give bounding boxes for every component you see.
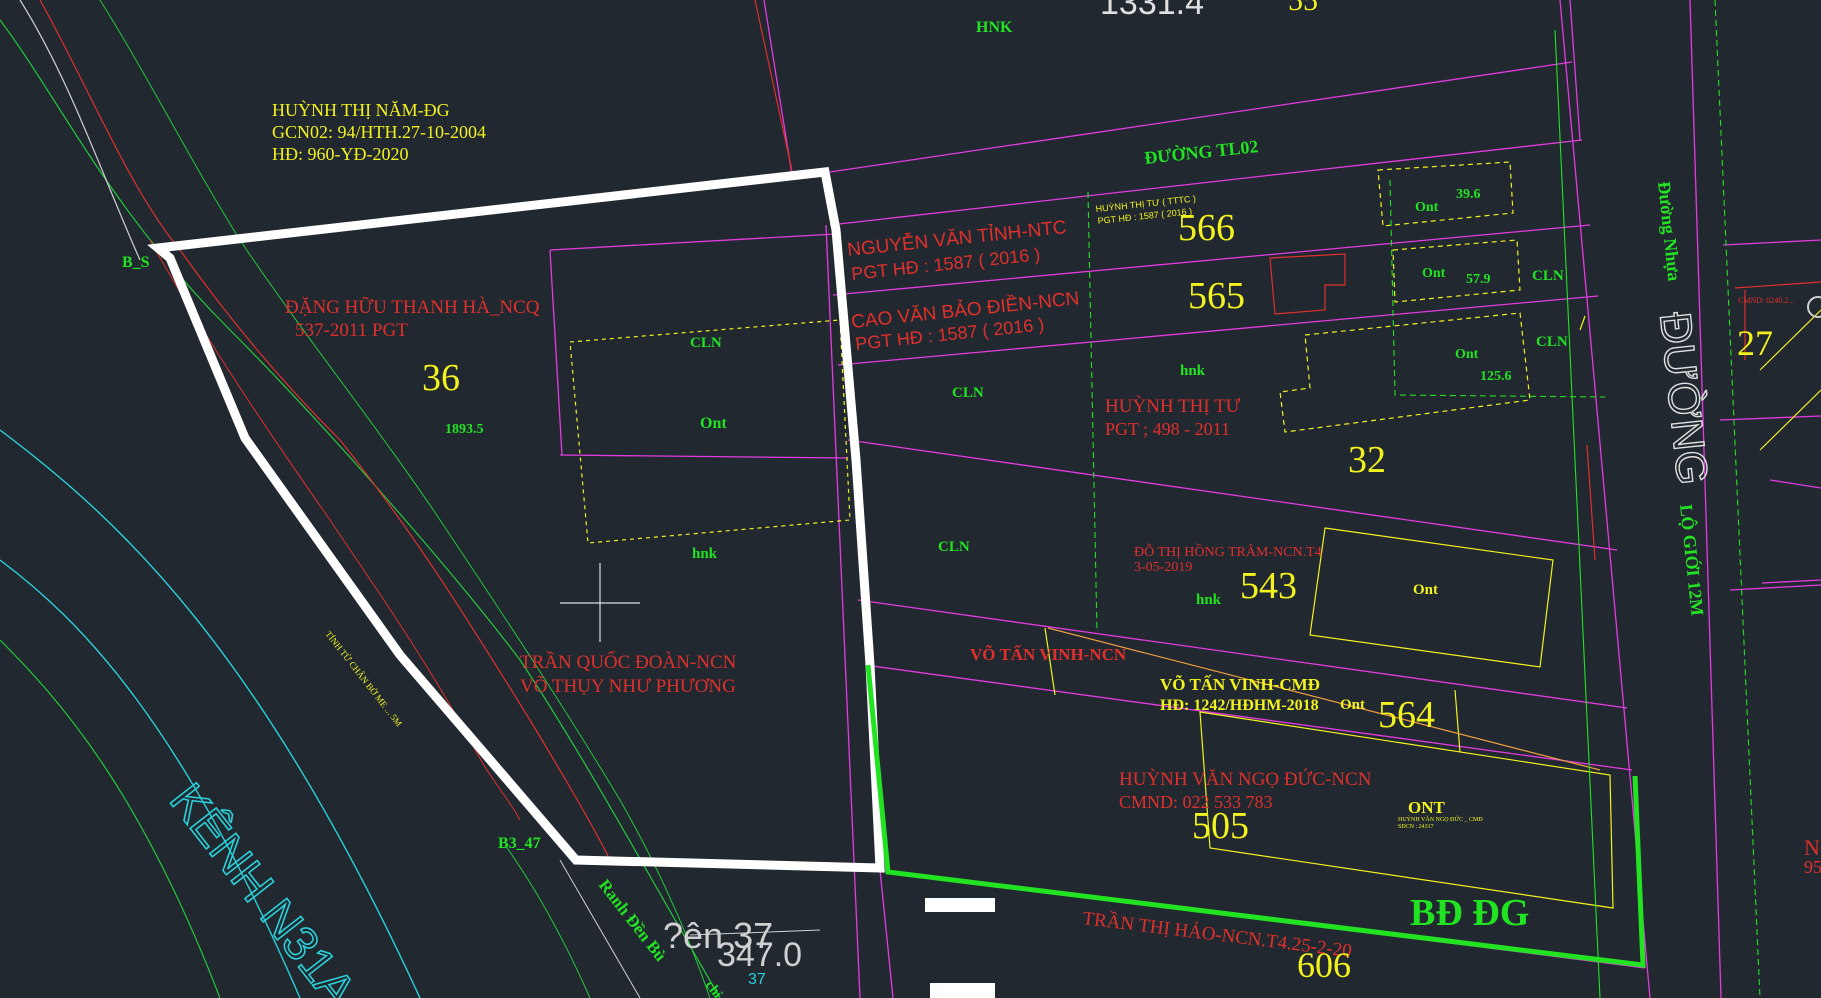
label-hd-vo-vinh: HĐ: 1242/HĐHM-2018 bbox=[1160, 697, 1319, 714]
label-ont-543: Ont bbox=[1413, 582, 1438, 598]
label-cln-right-2: CLN bbox=[1536, 334, 1568, 350]
label-ont-396: Ont bbox=[1415, 200, 1439, 215]
label-parcel-566: 566 bbox=[1178, 207, 1235, 249]
label-cln-right-1: CLN bbox=[1532, 268, 1564, 284]
label-gcn-huynh-nam: GCN02: 94/HTH.27-10-2004 bbox=[272, 122, 486, 142]
label-pgt-dang: 537-2011 PGT bbox=[295, 320, 408, 341]
label-pgt-huynh-tu: PGT ; 498 - 2011 bbox=[1105, 419, 1230, 439]
label-parcel-606: 606 bbox=[1297, 945, 1351, 985]
label-owner-huynh-ngo: HUỲNH VĂN NGỌ ĐỨC-NCN bbox=[1119, 768, 1372, 790]
label-b3-47: B3_47 bbox=[498, 835, 541, 852]
label-num-37-small: 37 bbox=[748, 971, 766, 988]
label-num-top: 55 bbox=[1288, 0, 1318, 17]
label-area-396: 39.6 bbox=[1456, 187, 1481, 202]
label-parcel-543: 543 bbox=[1240, 565, 1297, 607]
label-ont-1: Ont bbox=[700, 415, 727, 432]
label-owner-huynh-nam: HUỲNH THỊ NĂM-ĐG bbox=[272, 99, 450, 120]
label-owner-dang: ĐẶNG HỮU THANH HÀ_NCQ bbox=[285, 296, 540, 318]
label-owner-huynh-tu: HUỲNH THỊ TƯ bbox=[1105, 395, 1241, 417]
label-area-top: 1331.4 bbox=[1100, 0, 1204, 22]
label-owner-tran-doan: TRẦN QUỐC ĐOÀN-NCN bbox=[520, 651, 737, 673]
label-right-95: 95 bbox=[1804, 857, 1821, 877]
label-owner-vo-vinh-ncn: VÕ TẤN VINH-NCN bbox=[970, 644, 1127, 664]
label-ont-579: Ont bbox=[1422, 266, 1446, 281]
label-cln-3: CLN bbox=[938, 539, 970, 555]
label-tiny-505b: SĐCN : 24317 bbox=[1398, 824, 1434, 830]
label-area-1256: 125.6 bbox=[1480, 369, 1512, 384]
label-parcel-565: 565 bbox=[1188, 275, 1245, 317]
label-ont-1256: Ont bbox=[1455, 347, 1479, 362]
label-bd-dg: BĐ ĐG bbox=[1410, 892, 1529, 934]
label-hnk-3: hnk bbox=[1196, 592, 1222, 608]
label-tiny-505: HUỲNH VĂN NGỌ ĐỨC _ CMĐ bbox=[1398, 815, 1483, 823]
label-right-small: CMND: 0240.2... bbox=[1738, 296, 1794, 305]
label-owner-vo-vinh-cmd: VÕ TẤN VINH-CMĐ bbox=[1160, 674, 1320, 694]
label-b-s: B_S bbox=[122, 254, 150, 271]
label-cln-1: CLN bbox=[690, 335, 722, 351]
label-owner-vo-phuong: VÕ THỤY NHƯ PHƯƠNG bbox=[520, 675, 736, 697]
label-hnk-2: hnk bbox=[1180, 363, 1206, 379]
label-area-579: 57.9 bbox=[1466, 272, 1491, 287]
label-area-347: 347.0 bbox=[717, 936, 802, 974]
label-area-36: 1893.5 bbox=[445, 422, 484, 437]
label-ont-564: Ont bbox=[1340, 697, 1365, 713]
label-hd-huynh-nam: HĐ: 960-YĐ-2020 bbox=[272, 144, 409, 164]
label-ont-505: ONT bbox=[1408, 798, 1446, 817]
label-owner-do-tram: ĐỖ THỊ HỒNG TRÂM-NCN.T4 bbox=[1134, 542, 1322, 560]
label-parcel-27: 27 bbox=[1737, 323, 1773, 363]
label-parcel-505: 505 bbox=[1192, 805, 1249, 847]
label-date-do-tram: 3-05-2019 bbox=[1134, 560, 1192, 575]
label-cln-2: CLN bbox=[952, 385, 984, 401]
cad-map-canvas[interactable]: HNK 1331.4 55 HUỲNH THỊ NĂM-ĐG GCN02: 94… bbox=[0, 0, 1821, 998]
label-parcel-32: 32 bbox=[1348, 439, 1386, 481]
label-hnk-1: hnk bbox=[692, 546, 718, 562]
label-hnk-top: HNK bbox=[976, 19, 1013, 36]
label-parcel-36: 36 bbox=[422, 357, 460, 399]
label-parcel-564: 564 bbox=[1378, 694, 1435, 736]
